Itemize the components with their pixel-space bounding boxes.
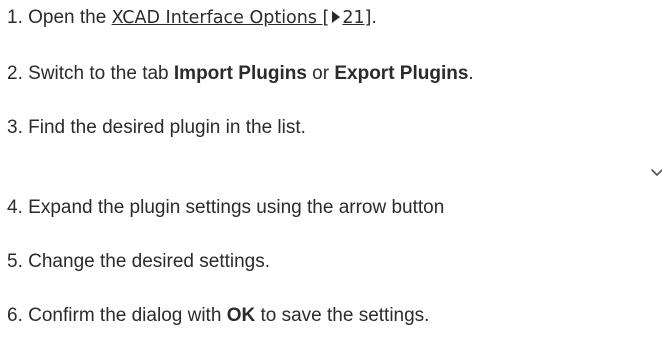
- ok-button-name: OK: [226, 305, 256, 326]
- step-number: 1.: [7, 7, 23, 28]
- step-text-middle: or: [306, 63, 335, 84]
- step-text-end: .: [371, 7, 377, 28]
- step-number: 2.: [7, 63, 23, 84]
- step-number: 5.: [7, 251, 23, 272]
- import-plugins-tab-name: Import Plugins: [173, 63, 307, 84]
- link-text: XCAD Interface Options [: [111, 8, 330, 28]
- step-text-end: .: [468, 63, 474, 84]
- step-5: 5. Change the desired settings.: [7, 250, 270, 274]
- step-text: Switch to the tab: [28, 63, 174, 84]
- step-text: Open the: [28, 7, 112, 28]
- step-3: 3. Find the desired plugin in the list.: [7, 116, 306, 140]
- step-number: 4.: [7, 197, 23, 218]
- step-1: 1. Open the XCAD Interface Options [ 21].: [7, 6, 377, 30]
- step-6: 6. Confirm the dialog with OK to save th…: [7, 304, 429, 328]
- export-plugins-tab-name: Export Plugins: [334, 63, 469, 84]
- link-arrow-icon: [332, 11, 341, 23]
- step-text: Confirm the dialog with: [28, 305, 227, 326]
- xcad-interface-options-link[interactable]: XCAD Interface Options [ 21]: [112, 8, 372, 28]
- chevron-down-icon-svg: [651, 169, 662, 176]
- page-reference: 21]: [342, 8, 372, 28]
- chevron-down-icon: [650, 166, 662, 180]
- step-number: 6.: [7, 305, 23, 326]
- step-text: Change the desired settings.: [28, 251, 271, 272]
- step-text: Expand the plugin settings using the arr…: [28, 197, 445, 218]
- step-4: 4. Expand the plugin settings using the …: [7, 196, 444, 220]
- step-number: 3.: [7, 117, 23, 138]
- step-text: Find the desired plugin in the list.: [28, 117, 306, 138]
- step-text-end: to save the settings.: [255, 305, 430, 326]
- step-2: 2. Switch to the tab Import Plugins or E…: [7, 62, 474, 86]
